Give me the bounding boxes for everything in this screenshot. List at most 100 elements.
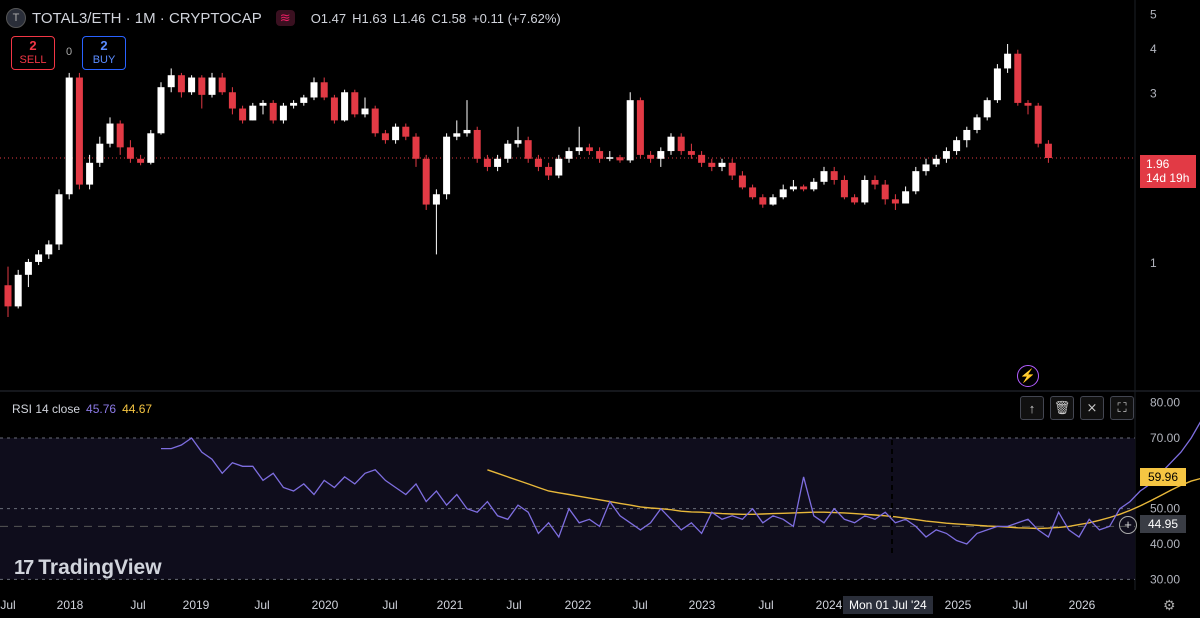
candle-body — [1024, 102, 1032, 106]
candle-body — [789, 186, 797, 190]
candle-body — [126, 147, 134, 159]
ohlc-values: O1.47 H1.63 L1.46 C1.58 +0.11 (+7.62%) — [311, 11, 561, 26]
add-icon[interactable]: + — [1119, 516, 1137, 534]
candle-body — [626, 100, 634, 161]
buy-label: BUY — [92, 54, 116, 66]
candle-body — [545, 166, 553, 176]
chart-header: T TOTAL3/ETH · 1M · CRYPTOCAP ≋ O1.47 H1… — [6, 6, 561, 30]
tradingview-logo[interactable]: 17 TradingView — [14, 556, 162, 580]
candle-body — [942, 151, 950, 159]
crosshair-date-label: Mon 01 Jul '24 — [843, 596, 933, 614]
candle-body — [167, 75, 175, 88]
spread-value: 0 — [66, 46, 73, 58]
candle-body — [932, 158, 940, 165]
time-axis-label: Jul — [382, 598, 397, 612]
candle-body — [687, 151, 695, 155]
candle-body — [320, 82, 328, 98]
time-axis-label: 2023 — [689, 598, 716, 612]
sell-button[interactable]: 2 SELL — [11, 36, 55, 70]
candle-body — [198, 77, 206, 95]
candle-body — [45, 244, 53, 255]
lightning-icon[interactable]: ⚡ — [1017, 365, 1039, 387]
price-axis-label: 3 — [1150, 86, 1157, 100]
collapse-icon[interactable]: ⨯ — [1080, 396, 1104, 420]
candle-body — [116, 123, 124, 148]
candle-body — [534, 158, 542, 167]
price-axis-label: 4 — [1150, 42, 1157, 56]
candle-body — [718, 162, 726, 167]
candle-body — [524, 140, 532, 159]
candle-body — [881, 184, 889, 200]
fullscreen-icon[interactable]: ⛶ — [1110, 396, 1134, 420]
candle-body — [300, 97, 308, 103]
indicator-toggle-icon[interactable]: ≋ — [275, 10, 295, 26]
candle-body — [290, 102, 298, 106]
candle-body — [147, 133, 155, 163]
candle-body — [259, 102, 267, 106]
tradingview-logo-icon: 17 — [14, 556, 34, 579]
rsi-title: RSI 14 close — [12, 402, 81, 416]
logo-text: TradingView — [38, 556, 162, 579]
candle-body — [473, 129, 481, 159]
candle-body — [779, 189, 787, 198]
arrow-up-icon[interactable]: ↑ — [1020, 396, 1044, 420]
candle-body — [565, 151, 573, 159]
time-axis-label: Jul — [0, 598, 15, 612]
time-axis-label: Jul — [130, 598, 145, 612]
buy-button[interactable]: 2 BUY — [82, 36, 126, 70]
chart-canvas[interactable]: 5 4 3 1 80.00 70.00 50.00 40.00 30.00 Jul 2018 Jul 2… — [0, 0, 1200, 618]
symbol-logo-icon[interactable]: T — [6, 8, 26, 28]
candle-body — [341, 92, 349, 121]
trash-icon[interactable]: 🗑 — [1050, 396, 1074, 420]
candle-body — [759, 197, 767, 205]
candle-body — [443, 136, 451, 195]
rsi-axis-label: 30.00 — [1150, 572, 1180, 586]
sell-label: SELL — [19, 54, 47, 66]
candle-body — [749, 187, 757, 198]
candle-body — [310, 82, 318, 98]
low-value: L1.46 — [392, 10, 426, 26]
settings-gear-icon[interactable]: ⚙ — [1163, 597, 1176, 614]
candle-body — [14, 274, 22, 307]
rsi-axis-label: 70.00 — [1150, 431, 1180, 445]
candle-body — [840, 179, 848, 198]
candle-body — [993, 68, 1001, 101]
candle-body — [555, 158, 563, 176]
time-axis-label: 2021 — [437, 598, 464, 612]
close-value: C1.58 — [431, 10, 467, 26]
current-price: 1.96 — [1146, 157, 1170, 171]
candle-body — [851, 197, 859, 203]
rsi-ma-value: 44.67 — [122, 402, 153, 416]
candle-body — [820, 171, 828, 182]
candle-body — [728, 162, 736, 176]
candle-body — [432, 194, 440, 205]
time-axis-label: 2026 — [1069, 598, 1096, 612]
candle-body — [494, 158, 502, 167]
candle-body — [249, 105, 257, 121]
candle-body — [188, 77, 196, 93]
time-axis-label: Jul — [758, 598, 773, 612]
candle-body — [983, 100, 991, 118]
time-axis-label: 2024 — [816, 598, 843, 612]
rsi-legend[interactable]: RSI 14 close 45.76 44.67 — [12, 402, 152, 416]
open-value: O1.47 — [310, 10, 347, 26]
candle-body — [177, 75, 185, 93]
candle-body — [483, 158, 491, 167]
current-price-tag: 1.96 14d 19h — [1140, 155, 1196, 188]
candle-body — [371, 108, 379, 134]
price-axis-label: 1 — [1150, 256, 1157, 270]
candle-body — [1004, 53, 1012, 69]
candle-body — [514, 140, 522, 144]
candle-body — [75, 77, 83, 185]
symbol-title[interactable]: TOTAL3/ETH · 1M · CRYPTOCAP — [32, 10, 262, 27]
candle-body — [922, 164, 930, 172]
time-axis-label: 2020 — [312, 598, 339, 612]
candle-body — [902, 191, 910, 204]
bar-countdown: 14d 19h — [1146, 171, 1190, 185]
candle-body — [810, 181, 818, 190]
candle-body — [606, 157, 614, 159]
time-axis-label: 2025 — [945, 598, 972, 612]
candle-body — [228, 92, 236, 109]
candle-body — [657, 151, 665, 159]
candle-body — [575, 147, 583, 152]
